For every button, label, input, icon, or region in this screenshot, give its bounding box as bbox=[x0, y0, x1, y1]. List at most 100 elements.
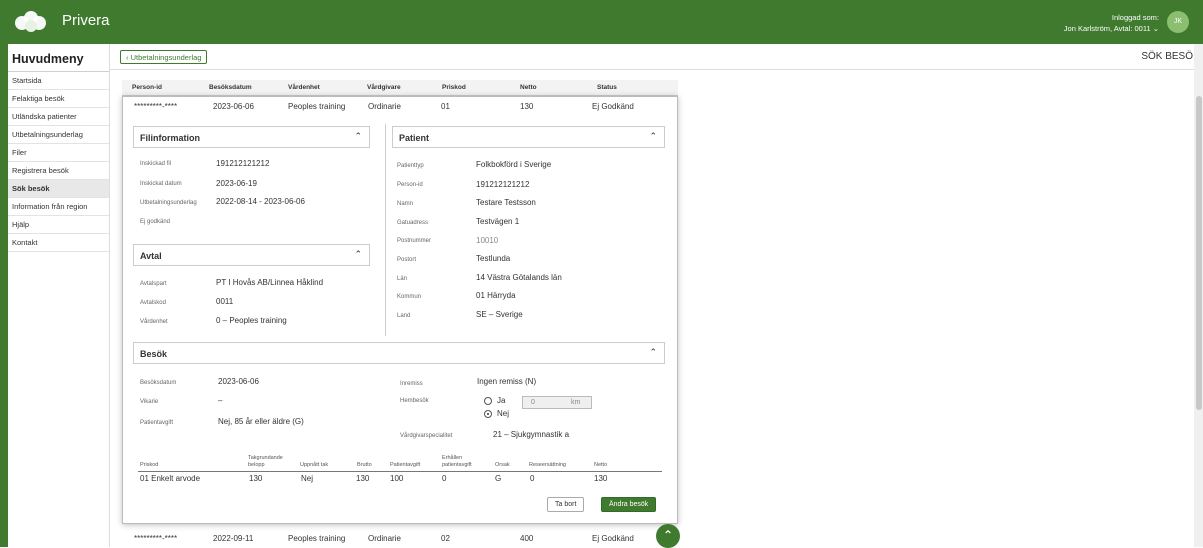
field-label: Inskickat datum bbox=[140, 181, 182, 187]
sidebar-item-hjalp[interactable]: Hjälp bbox=[8, 216, 109, 234]
cell-person-id: *********-**** bbox=[134, 534, 178, 543]
brand-name: Privera bbox=[62, 12, 110, 29]
hembesok-nej-radio[interactable] bbox=[484, 410, 492, 418]
field-label: Län bbox=[397, 276, 408, 282]
cell-vardgivare: Ordinarie bbox=[368, 534, 401, 543]
sidebar-item-information-fran-region[interactable]: Information från region bbox=[8, 198, 109, 216]
field-value: 2022-08-14 - 2023-06-06 bbox=[216, 197, 305, 206]
sidebar-item-utbetalningsunderlag[interactable]: Utbetalningsunderlag bbox=[8, 126, 109, 144]
back-button[interactable]: ‹ Utbetalningsunderlag bbox=[120, 50, 208, 64]
sidebar-item-kontakt[interactable]: Kontakt bbox=[8, 234, 109, 252]
table-row[interactable]: *********-**** 2023-06-06 Peoples traini… bbox=[122, 96, 678, 118]
sidebar: Huvudmeny Startsida Felaktiga besök Utlä… bbox=[8, 44, 110, 547]
field-value: 191212121212 bbox=[476, 180, 530, 189]
besoksdatum-value: 2023-06-06 bbox=[218, 377, 259, 386]
scroll-top-chevron-up-icon[interactable]: ⌃ bbox=[656, 524, 680, 548]
avatar[interactable]: JK bbox=[1167, 11, 1189, 33]
th-uppnatt-tak: Uppnått tak bbox=[300, 462, 329, 468]
sidebar-item-startsida[interactable]: Startsida bbox=[8, 72, 109, 90]
filinformation-title: Filinformation bbox=[140, 133, 200, 143]
col-vardenhet: Vårdenhet bbox=[288, 84, 320, 91]
field-label: Person-id bbox=[397, 182, 423, 188]
hembesok-ja-radio[interactable] bbox=[484, 397, 492, 405]
field-label: Ej godkänd bbox=[140, 219, 171, 225]
field-label: Avtalspart bbox=[140, 281, 167, 287]
edit-visit-button[interactable]: Ändra besök bbox=[601, 497, 657, 512]
user-line-name: Jon Karlström, Avtal: 0011 ⌄ bbox=[1063, 24, 1159, 33]
field-value: PT I Hovås AB/Linnea Håklind bbox=[216, 278, 324, 287]
besok-section-header[interactable]: Besök ⌃ bbox=[133, 342, 665, 364]
td-erhallen: 0 bbox=[442, 474, 447, 483]
chevron-up-icon[interactable]: ⌃ bbox=[649, 131, 657, 142]
vikarie-label: Vikarie bbox=[140, 399, 159, 405]
specialitet-value: 21 – Sjukgymnastik a bbox=[493, 430, 570, 439]
filinformation-section-header[interactable]: Filinformation ⌃ bbox=[133, 126, 370, 148]
cell-priskod: 01 bbox=[441, 102, 450, 111]
table-divider bbox=[138, 471, 662, 472]
cell-priskod: 02 bbox=[441, 534, 450, 543]
patient-section-header[interactable]: Patient ⌃ bbox=[392, 126, 665, 148]
th-patientavgift: Patientavgift bbox=[390, 462, 421, 468]
table-header: Person-id Besöksdatum Vårdenhet Vårdgiva… bbox=[122, 80, 678, 96]
field-value: 01 Härryda bbox=[476, 291, 516, 300]
sidebar-title: Huvudmeny bbox=[8, 44, 109, 72]
avtal-section-header[interactable]: Avtal ⌃ bbox=[133, 244, 370, 266]
chevron-up-icon[interactable]: ⌃ bbox=[354, 131, 362, 142]
privera-logo-icon bbox=[15, 11, 46, 32]
th-netto: Netto bbox=[594, 462, 608, 468]
field-label: Namn bbox=[397, 201, 414, 207]
cell-besoksdatum: 2022-09-11 bbox=[213, 534, 254, 543]
td-netto: 130 bbox=[594, 474, 608, 483]
top-bar: Privera Inloggad som: Jon Karlström, Avt… bbox=[0, 0, 1203, 44]
field-value: Folkbokförd i Sverige bbox=[476, 160, 552, 169]
hembesok-label: Hembesök bbox=[400, 398, 429, 404]
patient-title: Patient bbox=[399, 133, 430, 143]
field-label: Land bbox=[397, 313, 411, 319]
sidebar-item-filer[interactable]: Filer bbox=[8, 144, 109, 162]
hembesok-ja-label: Ja bbox=[497, 396, 506, 405]
visit-detail-card bbox=[122, 96, 678, 524]
td-uppnatt-tak: Nej bbox=[301, 474, 314, 483]
km-unit: km bbox=[571, 399, 581, 406]
td-takgrundande: 130 bbox=[249, 474, 263, 483]
cell-status: Ej Godkänd bbox=[592, 534, 634, 543]
td-priskod: 01 Enkelt arvode bbox=[140, 474, 201, 483]
avtal-title: Avtal bbox=[140, 251, 162, 261]
field-value: 191212121212 bbox=[216, 159, 270, 168]
column-divider bbox=[385, 124, 386, 336]
sidebar-item-registrera-besok[interactable]: Registrera besök bbox=[8, 162, 109, 180]
cell-vardenhet: Peoples training bbox=[288, 534, 346, 543]
col-besoksdatum: Besöksdatum bbox=[209, 84, 252, 91]
field-value: SE – Sverige bbox=[476, 310, 523, 319]
specialitet-label: Vårdgivarspecialitet bbox=[400, 433, 453, 439]
th-orsak: Orsak bbox=[495, 462, 510, 468]
sub-header: ‹ Utbetalningsunderlag SÖK BESÖ bbox=[110, 44, 1203, 70]
sidebar-item-sok-besok[interactable]: Sök besök bbox=[8, 180, 109, 198]
besoksdatum-label: Besöksdatum bbox=[140, 380, 177, 386]
td-patientavgift: 100 bbox=[390, 474, 404, 483]
chevron-up-icon[interactable]: ⌃ bbox=[354, 249, 362, 260]
field-value: 2023-06-19 bbox=[216, 179, 257, 188]
scrollbar-thumb[interactable] bbox=[1196, 96, 1202, 410]
user-menu[interactable]: Inloggad som: Jon Karlström, Avtal: 0011… bbox=[1064, 12, 1159, 34]
field-value: 0 – Peoples training bbox=[216, 316, 287, 325]
col-netto: Netto bbox=[520, 84, 537, 91]
td-reseersattning: 0 bbox=[530, 474, 535, 483]
chevron-up-icon[interactable]: ⌃ bbox=[649, 347, 657, 358]
km-input[interactable]: 0 km bbox=[522, 396, 592, 409]
td-orsak: G bbox=[495, 474, 502, 483]
left-accent-strip bbox=[0, 44, 8, 547]
table-row[interactable]: *********-**** 2022-09-11 Peoples traini… bbox=[122, 530, 678, 547]
field-label: Patienttyp bbox=[397, 163, 424, 169]
field-label: Kommun bbox=[397, 294, 422, 300]
sidebar-item-utlandska-patienter[interactable]: Utländska patienter bbox=[8, 108, 109, 126]
patientavgift-value: Nej, 85 år eller äldre (G) bbox=[218, 417, 304, 426]
th-erhallen: Erhållen patientavgift bbox=[442, 455, 472, 468]
col-person-id: Person-id bbox=[132, 84, 162, 91]
sidebar-item-felaktiga-besok[interactable]: Felaktiga besök bbox=[8, 90, 109, 108]
remove-button[interactable]: Ta bort bbox=[547, 497, 585, 512]
field-label: Avtalskod bbox=[140, 300, 166, 306]
field-label: Postort bbox=[397, 257, 417, 263]
th-brutto: Brutto bbox=[357, 462, 372, 468]
inremiss-label: Inremiss bbox=[400, 381, 423, 387]
